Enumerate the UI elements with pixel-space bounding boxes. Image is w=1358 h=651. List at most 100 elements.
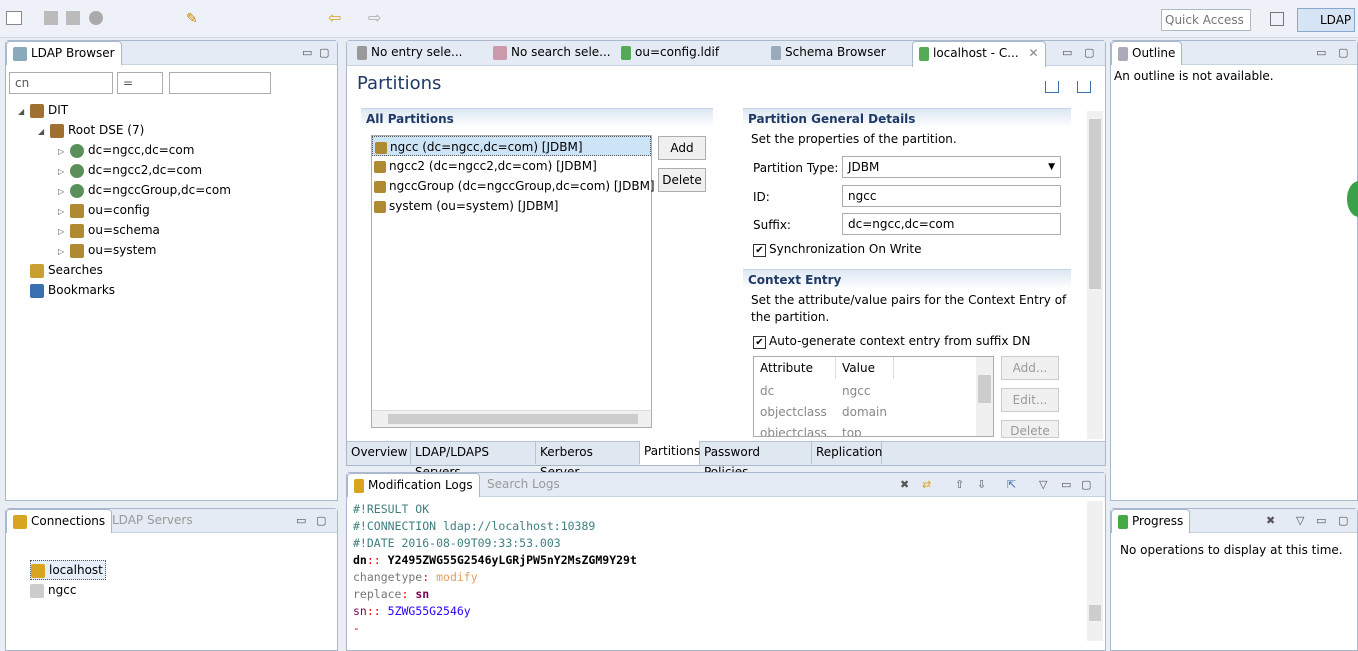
filter-attribute-select[interactable]: cn	[9, 72, 113, 94]
view-menu-icon[interactable]: ▽	[1039, 478, 1047, 491]
page-tab[interactable]: Kerberos Server	[536, 442, 640, 479]
add-attribute-button[interactable]: Add...	[1001, 356, 1059, 380]
minimize-icon[interactable]: ▭	[1316, 46, 1326, 59]
page-tab[interactable]: Partitions	[640, 441, 700, 465]
auto-generate-checkbox[interactable]: ✔ Auto-generate context entry from suffix…	[753, 334, 1031, 349]
suffix-input[interactable]: dc=ngcc,dc=com	[842, 213, 1061, 235]
tab-search-logs[interactable]: Search Logs	[481, 473, 566, 497]
tree-item[interactable]: Searches	[18, 260, 103, 280]
collapsed-arrow-icon[interactable]: ▷	[58, 242, 70, 262]
minimize-icon[interactable]: ▭	[302, 46, 312, 59]
minimize-icon[interactable]: ▭	[1061, 478, 1071, 491]
context-attribute-cell[interactable]: objectclass	[760, 402, 827, 422]
tree-item[interactable]: ◢ Root DSE (7)	[38, 120, 144, 140]
tree-item[interactable]: ▷ dc=ngcc2,dc=com	[58, 160, 202, 180]
collapsed-arrow-icon[interactable]: ▷	[58, 182, 70, 202]
tab-connections[interactable]: Connections	[6, 509, 113, 533]
view-menu-icon[interactable]: ▽	[1296, 514, 1304, 527]
partition-list-item[interactable]: ngccGroup (dc=ngccGroup,dc=com) [JDBM]	[372, 176, 655, 196]
page-tab[interactable]: LDAP/LDAPS Servers	[411, 442, 536, 479]
partition-list-item[interactable]: ngcc2 (dc=ngcc2,dc=com) [JDBM]	[372, 156, 651, 176]
minimize-icon[interactable]: ▭	[1316, 514, 1326, 527]
close-icon[interactable]: ✕	[1028, 46, 1038, 60]
tree-item[interactable]: Bookmarks	[18, 280, 115, 300]
tab-schema-browser[interactable]: Schema Browser	[765, 41, 892, 65]
filter-operator-select[interactable]: =	[117, 72, 163, 94]
page-tab[interactable]: Replication	[812, 442, 882, 464]
tree-item[interactable]: ▷ dc=ngcc,dc=com	[58, 140, 194, 160]
sync-on-write-checkbox[interactable]: ✔ Synchronization On Write	[753, 242, 921, 257]
expanded-arrow-icon[interactable]: ◢	[18, 102, 30, 122]
collapsed-arrow-icon[interactable]: ▷	[58, 162, 70, 182]
tab-localhost-config[interactable]: localhost - C... ✕	[912, 41, 1046, 67]
logs-vertical-scrollbar[interactable]	[1087, 501, 1103, 641]
context-value-cell[interactable]: top	[842, 423, 862, 436]
add-partition-button[interactable]: Add	[658, 136, 706, 160]
delete-partition-button[interactable]: Delete	[658, 168, 706, 192]
tab-no-search[interactable]: No search sele...	[487, 41, 617, 65]
collapsed-arrow-icon[interactable]: ▷	[58, 222, 70, 242]
tab-outline[interactable]: Outline	[1111, 41, 1183, 65]
context-value-cell[interactable]: ngcc	[842, 381, 870, 401]
export-icon[interactable]	[1077, 81, 1091, 93]
maximize-icon[interactable]: ▢	[1338, 514, 1348, 527]
collapsed-arrow-icon[interactable]: ▷	[58, 202, 70, 222]
filter-value-select[interactable]	[169, 72, 271, 94]
context-attribute-cell[interactable]: objectclass	[760, 423, 827, 436]
floating-add-icon[interactable]	[1347, 181, 1358, 217]
tree-item[interactable]: ◢ DIT	[18, 100, 68, 120]
connection-ngcc[interactable]: ngcc	[30, 581, 76, 601]
tab-modification-logs[interactable]: Modification Logs	[347, 473, 480, 497]
new-icon[interactable]	[6, 11, 22, 25]
context-entry-table[interactable]: Attribute Value dc ngcc objectclass domain o…	[753, 356, 994, 437]
tab-ldap-browser[interactable]: LDAP Browser	[6, 41, 122, 65]
ldap-perspective-button[interactable]: LDAP	[1297, 8, 1355, 32]
tree-item[interactable]: ▷ ou=system	[58, 240, 156, 260]
tree-item[interactable]: ▷ ou=config	[58, 200, 150, 220]
partition-type-select[interactable]: JDBM ▼	[842, 156, 1061, 178]
context-value-cell[interactable]: domain	[842, 402, 887, 422]
open-perspective-icon[interactable]	[1270, 12, 1284, 26]
minimize-icon[interactable]: ▭	[296, 514, 306, 527]
column-header-value[interactable]: Value	[836, 357, 894, 379]
arrow-down-icon[interactable]: ⇩	[977, 478, 986, 491]
import-icon[interactable]	[1045, 81, 1059, 93]
back-icon[interactable]: ⇦	[328, 8, 341, 27]
export-icon[interactable]: ⇱	[1007, 478, 1016, 491]
partition-list-item[interactable]: system (ou=system) [JDBM]	[372, 196, 651, 216]
print-icon[interactable]	[66, 11, 80, 25]
tab-no-entry[interactable]: No entry sele...	[351, 41, 468, 65]
save-icon[interactable]	[44, 11, 58, 25]
column-header-attribute[interactable]: Attribute	[754, 357, 836, 379]
maximize-icon[interactable]: ▢	[316, 514, 326, 527]
connect-icon[interactable]: ✎	[186, 11, 202, 27]
tab-progress[interactable]: Progress	[1111, 509, 1191, 533]
page-tab[interactable]: Overview	[347, 442, 411, 464]
id-input[interactable]: ngcc	[842, 185, 1061, 207]
horizontal-scrollbar[interactable]	[372, 410, 651, 427]
partitions-list[interactable]: ngcc (dc=ngcc,dc=com) [JDBM] ngcc2 (dc=ng…	[371, 135, 655, 428]
maximize-icon[interactable]: ▢	[319, 46, 329, 59]
delete-attribute-button[interactable]: Delete	[1001, 420, 1059, 438]
maximize-icon[interactable]: ▢	[1338, 46, 1348, 59]
editor-vertical-scrollbar[interactable]	[1087, 111, 1103, 439]
minimize-icon[interactable]: ▭	[1062, 46, 1072, 59]
partition-list-item[interactable]: ngcc (dc=ngcc,dc=com) [JDBM]	[372, 136, 651, 156]
quick-access-input[interactable]	[1161, 9, 1251, 31]
clear-icon[interactable]: ✖	[900, 478, 909, 491]
maximize-icon[interactable]: ▢	[1084, 46, 1094, 59]
tab-ou-config-ldif[interactable]: ou=config.ldif	[615, 41, 725, 65]
collapsed-arrow-icon[interactable]: ▷	[58, 142, 70, 162]
connection-localhost[interactable]: localhost	[30, 560, 106, 580]
log-text[interactable]: #!RESULT OK #!CONNECTION ldap://localhost…	[347, 501, 1087, 641]
clear-icon[interactable]: ✖	[1266, 514, 1275, 527]
vertical-scrollbar[interactable]	[976, 357, 993, 436]
tree-item[interactable]: ▷ dc=ngccGroup,dc=com	[58, 180, 231, 200]
tab-ldap-servers[interactable]: LDAP Servers	[106, 509, 199, 533]
refresh-icon[interactable]: ⇄	[922, 478, 931, 491]
page-tab[interactable]: Password Policies	[700, 442, 812, 479]
edit-attribute-button[interactable]: Edit...	[1001, 388, 1059, 412]
maximize-icon[interactable]: ▢	[1081, 478, 1091, 491]
expanded-arrow-icon[interactable]: ◢	[38, 122, 50, 142]
scrollbar-thumb[interactable]	[388, 414, 638, 424]
